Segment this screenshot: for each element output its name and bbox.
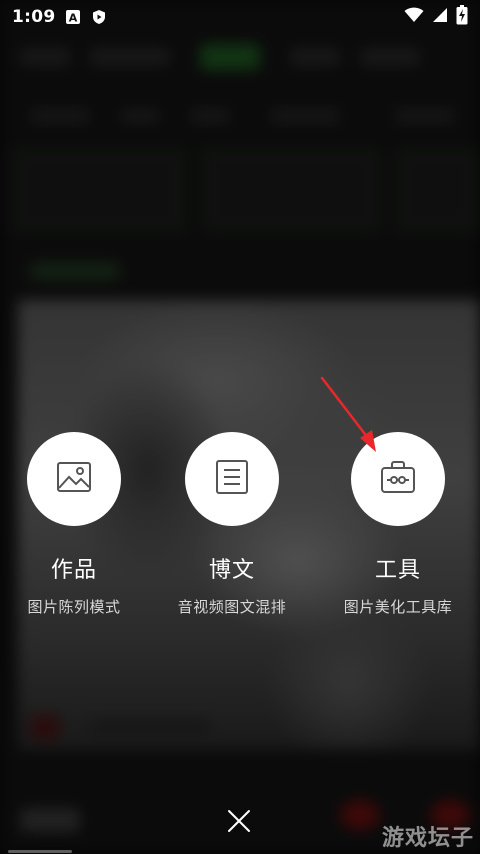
nav-indicator <box>8 850 72 853</box>
svg-text:A: A <box>69 12 78 25</box>
menu-option-article[interactable]: 博文 音视频图文混排 <box>152 432 312 622</box>
wifi-icon <box>404 7 424 27</box>
shield-play-icon <box>91 9 107 25</box>
menu-option-works-title: 作品 <box>50 558 97 583</box>
signal-icon <box>432 7 448 27</box>
status-time: 1:09 <box>12 7 56 27</box>
watermark: 游戏坛子 <box>381 826 474 851</box>
menu-option-tools-subtitle: 图片美化工具库 <box>343 598 453 616</box>
status-bar: 1:09 A <box>0 0 480 34</box>
image-icon <box>56 461 92 497</box>
menu-option-works[interactable]: 作品 图片陈列模式 <box>0 432 154 622</box>
menu-option-article-circle[interactable] <box>185 432 279 526</box>
menu-option-works-subtitle: 图片陈列模式 <box>27 598 121 616</box>
menu-option-works-circle[interactable] <box>27 432 121 526</box>
battery-charging-icon <box>456 5 468 29</box>
menu-option-tools-title: 工具 <box>374 558 421 583</box>
close-button[interactable] <box>214 798 264 848</box>
menu-option-article-subtitle: 音视频图文混排 <box>177 598 287 616</box>
article-icon <box>215 459 249 499</box>
menu-option-tools[interactable]: 工具 图片美化工具库 <box>318 432 478 622</box>
screen: 1:09 A 作品 图片陈列模式 博文 音视频图文混排 工具 图片美化工具库 游… <box>0 0 480 854</box>
a-badge-icon: A <box>65 9 81 25</box>
menu-option-article-title: 博文 <box>208 558 255 583</box>
dim-overlay <box>0 0 480 854</box>
red-arrow-annotation <box>320 376 376 452</box>
close-icon <box>226 808 252 838</box>
toolbox-icon <box>380 460 416 498</box>
